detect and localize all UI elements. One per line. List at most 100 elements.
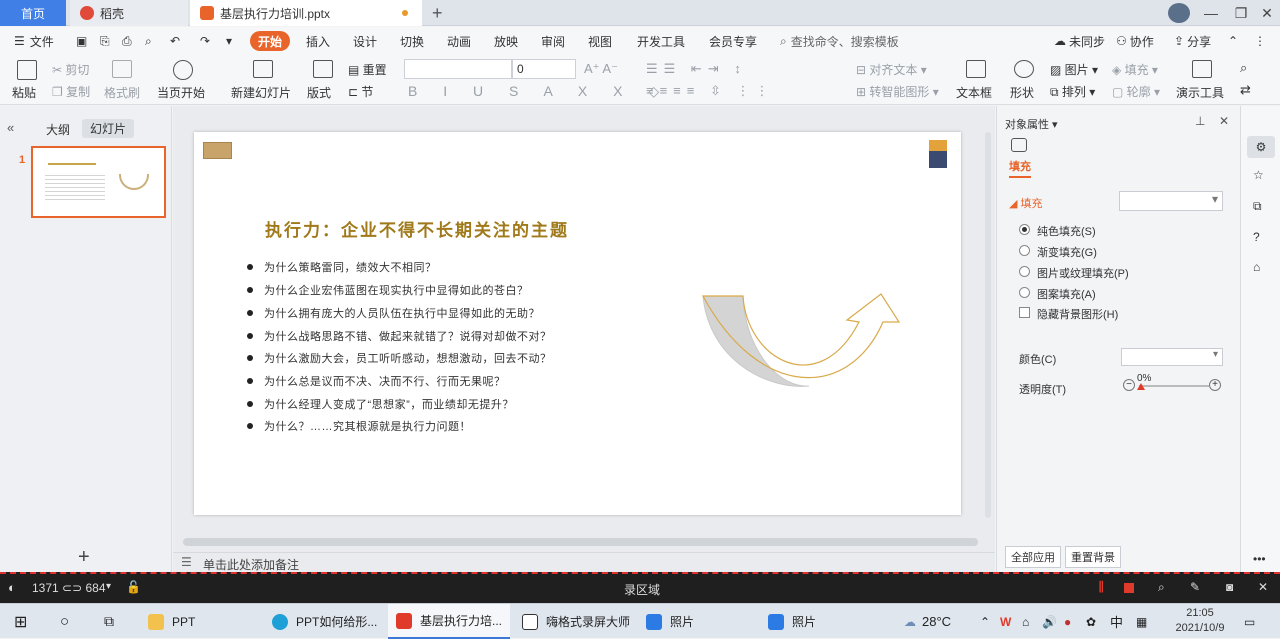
tab-developer[interactable]: 开发工具 <box>637 31 685 51</box>
bullet-item[interactable]: 为什么拥有庞大的人员队伍在执行中显得如此的无助？ <box>247 305 540 321</box>
collapse-ribbon-icon[interactable]: ⌃ <box>1228 31 1238 51</box>
tab-animation[interactable]: 动画 <box>447 31 471 51</box>
apply-all-button[interactable]: 全部应用 <box>1005 546 1061 568</box>
tab-view[interactable]: 视图 <box>588 31 612 51</box>
font-size-combo[interactable]: 0 <box>512 59 576 79</box>
bullet-item[interactable]: 为什么激励大会，员工听听感动，想想激动，回去不动？ <box>247 350 552 366</box>
bullet-item[interactable]: 为什么？……究其根源就是执行力问题！ <box>247 418 471 434</box>
slide[interactable]: 执行力：企业不得不长期关注的主题 为什么策略雷同，绩效大不相同？ 为什么企业宏伟… <box>194 132 961 515</box>
taskbar-item-ppt-folder[interactable]: PPT <box>140 604 260 639</box>
add-slide-button[interactable]: + <box>78 546 90 569</box>
undo-icon[interactable]: ↶ <box>170 31 180 51</box>
panel-header[interactable]: 对象属性 ▾ <box>1005 116 1058 132</box>
collapse-panel-icon[interactable]: « <box>7 120 14 135</box>
find-icon[interactable]: ⌕ <box>1240 60 1247 76</box>
more-icon[interactable]: ⋮ <box>1254 31 1266 51</box>
save-icon[interactable]: ▣ <box>76 31 87 51</box>
contrast-icon[interactable]: ◐ <box>8 580 16 595</box>
transparency-minus-icon[interactable]: − <box>1123 379 1135 391</box>
properties-settings-icon[interactable]: ⚙ <box>1247 136 1275 158</box>
tab-insert[interactable]: 插入 <box>306 31 330 51</box>
backup-icon[interactable]: ⌂ <box>1253 260 1260 274</box>
camera-icon[interactable]: ◙ <box>1226 580 1233 594</box>
tab-transition[interactable]: 切换 <box>400 31 424 51</box>
bullet-item[interactable]: 为什么战略思路不错、做起来就错了？说得对却做不对？ <box>247 328 552 344</box>
taskbar-item-edge[interactable]: PPT如何给形... <box>264 604 384 639</box>
tray-network-icon[interactable]: ⌂ <box>1022 604 1029 639</box>
gradient-fill-label[interactable]: 渐变填充(G) <box>1037 244 1097 260</box>
search-circle-icon[interactable]: ○ <box>60 604 69 639</box>
avatar[interactable] <box>1168 3 1190 23</box>
cut-button[interactable]: ✂ 剪切 <box>52 61 89 78</box>
magnify-icon[interactable]: ⌕ <box>1158 580 1165 595</box>
tab-design[interactable]: 设计 <box>353 31 377 51</box>
task-view-icon[interactable]: ⧉ <box>104 604 114 639</box>
fill-button[interactable]: ◈ 填充 ▾ <box>1112 61 1158 78</box>
bullet-item[interactable]: 为什么策略雷同，绩效大不相同？ <box>247 259 437 275</box>
bullet-item[interactable]: 为什么经理人变成了“思想家”，而业绩却无提升？ <box>247 396 514 412</box>
tray-app-icon[interactable]: ● <box>1064 604 1071 639</box>
picture-button[interactable]: ▨ 图片 ▾ <box>1050 61 1098 78</box>
taskbar-item-wps[interactable]: 基层执行力培... <box>388 604 510 639</box>
tray-wps-icon[interactable]: W <box>1000 604 1011 639</box>
list-icons[interactable]: ☰☰ ⇤⇥ ↕ <box>646 61 747 77</box>
pin-icon[interactable]: ⊥ <box>1195 114 1205 128</box>
tab-slides[interactable]: 幻灯片 <box>82 119 135 138</box>
close-panel-icon[interactable]: ✕ <box>1219 114 1229 128</box>
replace-icon[interactable]: ⇄ <box>1240 82 1251 98</box>
clock[interactable]: 21:05 2021/10/9 <box>1168 606 1232 636</box>
dims-dropdown-icon[interactable]: ▾ <box>106 581 111 592</box>
close-window-icon[interactable]: ✕ <box>1252 0 1280 26</box>
bullet-item[interactable]: 为什么总是议而不决、决而不行、行而无果呢？ <box>247 373 506 389</box>
bullet-item[interactable]: 为什么企业宏伟蓝图在现实执行中显得如此的苍白？ <box>247 282 529 298</box>
align-icons[interactable]: ≡≡≡≡ ⇳ ⋮⋮ <box>646 83 774 99</box>
new-tab-button[interactable]: + <box>432 0 452 26</box>
pause-icon[interactable]: ∥ <box>1098 579 1104 593</box>
pen-icon[interactable]: ✎ <box>1190 580 1200 594</box>
arrange-button[interactable]: ⧉ 排列 ▾ <box>1050 83 1095 100</box>
collab-button[interactable]: ⚇ 协作 <box>1116 31 1154 51</box>
vertical-scrollbar[interactable] <box>985 132 991 518</box>
reset-background-button[interactable]: 重置背景 <box>1065 546 1121 568</box>
layout-icon[interactable] <box>313 60 333 78</box>
stop-icon[interactable] <box>1124 583 1134 593</box>
transparency-slider-thumb[interactable] <box>1137 383 1145 390</box>
weather-widget[interactable]: ☁ 28°C <box>904 604 951 639</box>
preview-icon[interactable]: ⌕ <box>145 31 152 51</box>
layout-button[interactable]: 版式 <box>307 84 331 101</box>
tab-home[interactable]: 首页 <box>0 0 66 26</box>
more-options-icon[interactable]: ••• <box>1253 552 1266 566</box>
color-dropdown[interactable]: ▾ <box>1121 348 1223 366</box>
shape-icon[interactable] <box>1014 60 1034 78</box>
tray-app2-icon[interactable]: ✿ <box>1086 604 1096 639</box>
transparency-slider[interactable] <box>1139 385 1209 387</box>
notes-bar[interactable]: ☰ 单击此处添加备注 <box>173 552 995 572</box>
pattern-fill-label[interactable]: 图案填充(A) <box>1037 286 1096 302</box>
share-button[interactable]: ⇪ 分享 <box>1174 31 1211 51</box>
sync-button[interactable]: ☁ 未同步 <box>1054 31 1105 51</box>
export-icon[interactable]: ⎘ <box>100 31 110 51</box>
animation-star-icon[interactable]: ☆ <box>1253 168 1264 182</box>
transparency-plus-icon[interactable]: + <box>1209 379 1221 391</box>
help-icon[interactable]: ? <box>1253 230 1260 244</box>
redo-icon[interactable]: ↷ <box>200 31 210 51</box>
slide-thumbnail[interactable] <box>31 146 166 218</box>
fill-section-header[interactable]: ◢ 填充 <box>1009 195 1043 211</box>
tab-start[interactable]: 开始 <box>250 31 291 51</box>
tab-daoke[interactable]: 稻壳 <box>70 0 188 26</box>
section-button[interactable]: ⊏ 节 <box>348 83 373 100</box>
tray-volume-icon[interactable]: 🔊 <box>1042 604 1057 639</box>
grow-font-icon[interactable]: A⁺ A⁻ <box>584 61 618 77</box>
tab-slideshow[interactable]: 放映 <box>494 31 518 51</box>
tray-chevron-icon[interactable]: ⌃ <box>980 604 990 639</box>
file-menu[interactable]: ☰ 文件 <box>14 31 54 51</box>
transition-icon[interactable]: ⧉ <box>1253 199 1262 214</box>
present-tools-icon[interactable] <box>1192 60 1212 78</box>
slide-title[interactable]: 执行力：企业不得不长期关注的主题 <box>265 216 569 241</box>
gradient-fill-radio[interactable] <box>1019 245 1030 256</box>
ime-indicator[interactable]: 中 <box>1110 604 1123 639</box>
fill-tab[interactable]: 填充 <box>1009 158 1031 178</box>
pattern-fill-radio[interactable] <box>1019 287 1030 298</box>
picture-fill-radio[interactable] <box>1019 266 1030 277</box>
solid-fill-radio[interactable] <box>1019 224 1030 235</box>
